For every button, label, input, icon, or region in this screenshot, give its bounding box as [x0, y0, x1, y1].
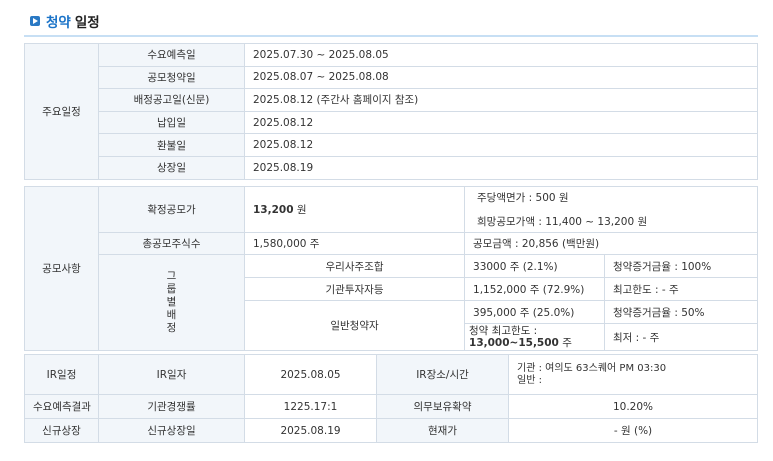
institution-label: 기관투자자등	[243, 277, 466, 301]
ir-date-label: IR일자	[98, 354, 245, 395]
schedule-value: 2025.08.19	[244, 155, 758, 180]
retail-max-label: 청약 최고한도 :	[469, 325, 538, 337]
total-amount: 공모금액 : 20,856 (백만원)	[464, 232, 758, 255]
retail-deposit: 청약증거금율 : 50%	[604, 300, 758, 324]
title-divider	[24, 35, 758, 37]
final-price-unit: 원	[296, 204, 307, 216]
ir-place-institution: 기관 : 여의도 63스퀘어 PM 03:30	[517, 362, 667, 374]
total-shares-value: 1,580,000 주	[243, 232, 466, 255]
table-row: 그룹별배정 우리사주조합 33000 주 (2.1%) 청약증거금율 : 100…	[25, 254, 758, 351]
listing-date-label: 신규상장일	[98, 418, 245, 443]
par-value: 주당액면가 : 500 원	[477, 191, 569, 204]
final-price-value: 13,200	[253, 204, 294, 216]
ir-place-label: IR장소/시간	[376, 354, 509, 395]
employee-shares: 33000 주 (2.1%)	[464, 254, 606, 278]
competition-label: 기관경쟁률	[98, 394, 245, 419]
institution-shares: 1,152,000 주 (72.9%)	[464, 277, 606, 301]
group-allocation-text: 그룹별배정	[166, 270, 177, 334]
offering-group-label: 공모사항	[24, 186, 99, 351]
employee-label: 우리사주조합	[243, 254, 466, 278]
arrow-bullet-icon	[30, 16, 40, 26]
retail-max-unit: 주	[562, 337, 572, 349]
lockup-value: 10.20%	[508, 394, 758, 419]
institution-limit: 최고한도 : - 주	[604, 277, 758, 301]
retail-shares: 395,000 주 (25.0%)	[464, 300, 606, 324]
table-row: 수요예측결과 기관경쟁률 1225.17:1 의무보유확약 10.20%	[24, 394, 758, 419]
table-row: 공모청약일 2025.08.07 ~ 2025.08.08	[25, 65, 758, 90]
demand-group-label: 수요예측결과	[24, 394, 99, 419]
schedule-label: 환불일	[98, 133, 245, 157]
offering-table: 공모사항 확정공모가 13,200 원 주당액면가 : 500 원 희망공모가액…	[24, 186, 758, 351]
table-row: 신규상장 신규상장일 2025.08.19 현재가 - 원 (%)	[24, 418, 758, 443]
total-shares-label: 총공모주식수	[98, 232, 245, 255]
ir-place-cell: 기관 : 여의도 63스퀘어 PM 03:30 일반 :	[508, 354, 758, 395]
table-row: 총공모주식수 1,580,000 주 공모금액 : 20,856 (백만원)	[25, 232, 758, 255]
schedule-label: 배정공고일(신문)	[98, 88, 245, 112]
table-row: 배정공고일(신문) 2025.08.12 (주간사 홈페이지 참조)	[25, 88, 758, 112]
competition-value: 1225.17:1	[244, 394, 377, 419]
schedule-value: 2025.08.12	[244, 133, 758, 157]
schedule-value: 2025.08.12	[244, 110, 758, 135]
ir-place-retail: 일반 :	[517, 374, 542, 386]
table-row: IR일정 IR일자 2025.08.05 IR장소/시간 기관 : 여의도 63…	[24, 354, 758, 395]
retail-label: 일반청약자	[243, 300, 466, 351]
section-title: 청약 일정	[30, 11, 100, 31]
retail-min: 최저 : - 주	[604, 323, 758, 351]
schedule-value: 2025.08.07 ~ 2025.08.08	[244, 65, 758, 90]
schedule-table: 주요일정 수요예측일 2025.07.30 ~ 2025.08.05 공모청약일…	[24, 43, 758, 180]
listing-group-label: 신규상장	[24, 418, 99, 443]
table-row: 납입일 2025.08.12	[25, 110, 758, 135]
schedule-label: 상장일	[98, 155, 245, 180]
current-price-label: 현재가	[376, 418, 509, 443]
lockup-label: 의무보유확약	[376, 394, 509, 419]
employee-deposit: 청약증거금율 : 100%	[604, 254, 758, 278]
summary-table: IR일정 IR일자 2025.08.05 IR장소/시간 기관 : 여의도 63…	[24, 354, 758, 443]
retail-max-cell: 청약 최고한도 : 13,000~15,500 주	[464, 323, 606, 351]
table-row: 공모사항 확정공모가 13,200 원 주당액면가 : 500 원 희망공모가액…	[24, 186, 758, 351]
schedule-label: 수요예측일	[98, 43, 245, 67]
final-price-label: 확정공모가	[98, 186, 245, 233]
section-title-text: 일정	[74, 15, 100, 31]
price-info-cell: 주당액면가 : 500 원 희망공모가액 : 11,400 ~ 13,200 원	[464, 186, 758, 233]
schedule-group-label: 주요일정	[24, 43, 99, 180]
ir-group-label: IR일정	[24, 354, 99, 395]
retail-max-value: 13,000~15,500	[469, 337, 559, 349]
current-price-value: - 원 (%)	[508, 418, 758, 443]
schedule-value: 2025.08.12 (주간사 홈페이지 참조)	[244, 88, 758, 112]
table-row: 상장일 2025.08.19	[25, 155, 758, 180]
listing-date-value: 2025.08.19	[244, 418, 377, 443]
final-price-cell: 13,200 원	[243, 186, 466, 233]
section-title-highlight: 청약	[46, 15, 71, 31]
ir-date-value: 2025.08.05	[244, 354, 377, 395]
table-row: 환불일 2025.08.12	[25, 133, 758, 157]
table-row: 주요일정 수요예측일 2025.07.30 ~ 2025.08.05	[24, 43, 758, 180]
schedule-value: 2025.07.30 ~ 2025.08.05	[244, 43, 758, 67]
schedule-label: 납입일	[98, 110, 245, 135]
hope-price: 희망공모가액 : 11,400 ~ 13,200 원	[477, 215, 648, 228]
group-allocation-label: 그룹별배정	[98, 254, 245, 351]
schedule-label: 공모청약일	[98, 65, 245, 90]
